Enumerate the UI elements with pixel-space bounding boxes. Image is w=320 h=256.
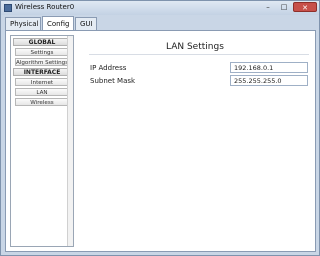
subnet-mask-input[interactable] — [230, 75, 308, 86]
subnet-mask-label: Subnet Mask — [90, 77, 136, 85]
sidebar-item-settings[interactable]: Settings — [15, 48, 69, 56]
ip-address-label: IP Address — [90, 64, 127, 72]
close-icon[interactable]: ✕ — [293, 2, 317, 12]
window-title: Wireless Router0 — [15, 3, 75, 11]
sidebar-item-lan[interactable]: LAN — [15, 88, 69, 96]
sidebar-item-algorithm-settings[interactable]: Algorithm Settings — [15, 58, 69, 66]
tab-gui[interactable]: GUI — [75, 17, 97, 30]
sidebar: GLOBAL Settings Algorithm Settings INTER… — [10, 35, 74, 247]
maximize-icon[interactable]: □ — [277, 2, 291, 12]
title-bar[interactable]: Wireless Router0 – □ ✕ — [1, 1, 319, 15]
router-app-icon — [4, 4, 12, 12]
sidebar-header-interface[interactable]: INTERFACE — [13, 68, 71, 76]
tab-physical[interactable]: Physical — [5, 17, 41, 30]
sidebar-item-internet[interactable]: Internet — [15, 78, 69, 86]
sidebar-item-wireless[interactable]: Wireless — [15, 98, 69, 106]
panel-title: LAN Settings — [166, 42, 224, 52]
config-panel: GLOBAL Settings Algorithm Settings INTER… — [5, 30, 316, 252]
router-window: Wireless Router0 – □ ✕ Physical Config G… — [0, 0, 320, 256]
panel-divider — [89, 54, 309, 55]
minimize-icon[interactable]: – — [261, 2, 275, 12]
ip-address-input[interactable] — [230, 62, 308, 73]
sidebar-scrollbar[interactable] — [67, 36, 73, 246]
sidebar-header-global[interactable]: GLOBAL — [13, 38, 71, 46]
tab-config[interactable]: Config — [42, 16, 74, 30]
